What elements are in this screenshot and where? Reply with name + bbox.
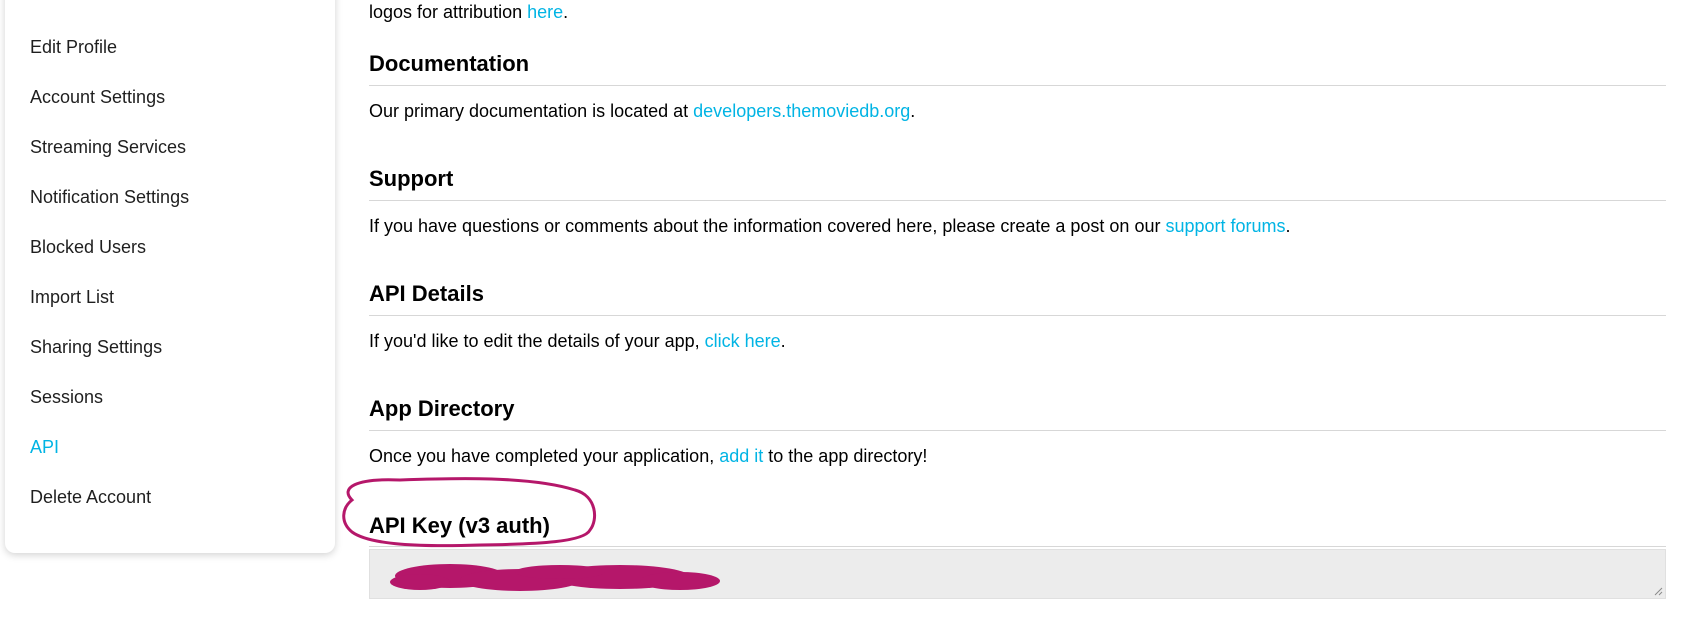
annotation-overlay <box>342 477 720 591</box>
redaction-scribble <box>390 564 720 591</box>
highlight-circle <box>342 477 597 548</box>
